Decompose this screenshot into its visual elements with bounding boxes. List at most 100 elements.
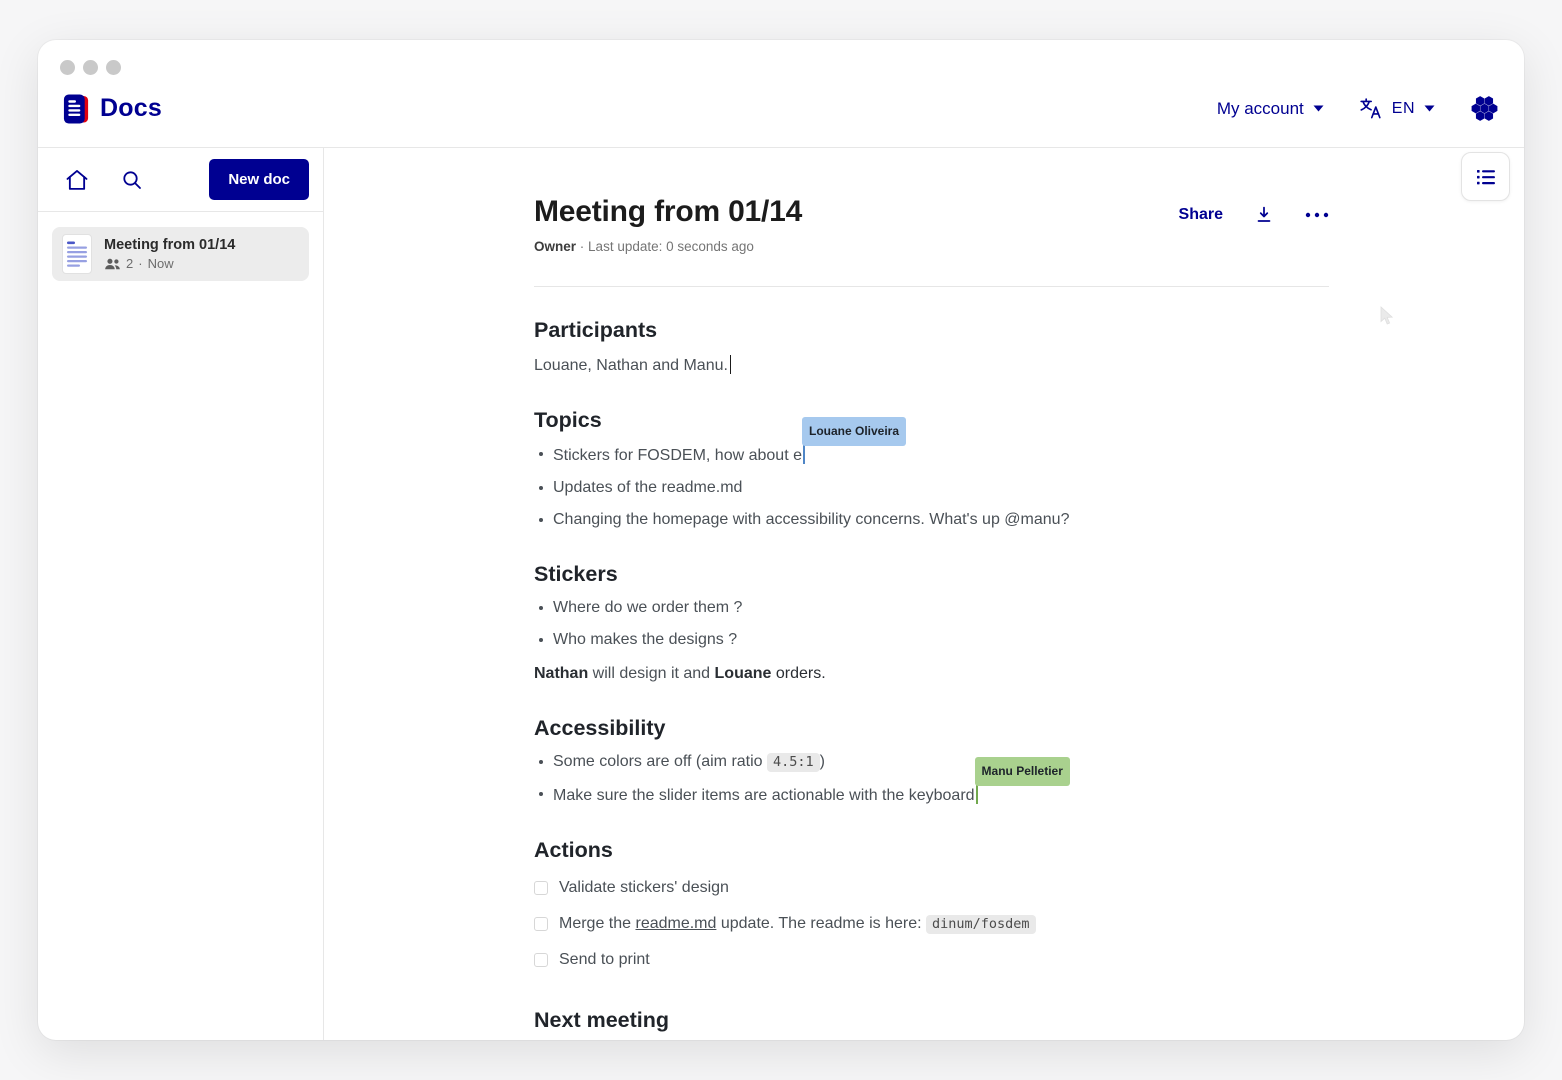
doc-item-members-count: 2	[126, 256, 133, 271]
app-header: Docs My account	[38, 40, 1524, 148]
share-button[interactable]: Share	[1179, 206, 1223, 224]
waffle-icon	[1469, 93, 1500, 124]
doc-owner-badge: Owner	[534, 239, 576, 254]
list-item-text: Stickers for FOSDEM, how about e	[553, 447, 802, 464]
todo-label: Validate stickers' design	[559, 877, 729, 899]
app-title: Docs	[100, 94, 162, 123]
doc-file-icon	[62, 234, 92, 274]
note-bold-run: Nathan	[534, 665, 588, 682]
list-item-text: Some colors are off (aim ratio	[553, 753, 767, 770]
list-item: Updates of the readme.md	[534, 477, 1329, 499]
doc-title-row: Meeting from 01/14 Share	[534, 194, 1329, 230]
language-switcher[interactable]: EN	[1358, 96, 1435, 121]
doc-list: Meeting from 01/14 2	[38, 212, 323, 296]
main-area: New doc	[38, 148, 1524, 1040]
todo-checkbox[interactable]	[534, 917, 548, 931]
document-panel: Meeting from 01/14 Share	[324, 148, 1524, 1040]
list-item: Some colors are off (aim ratio 4.5:1)	[534, 751, 1329, 773]
collab-cursor-name: Louane Oliveira	[802, 417, 906, 446]
docs-logo[interactable]: Docs	[62, 93, 162, 125]
sidebar: New doc	[38, 148, 324, 1040]
stickers-list: Where do we order them ? Who makes the d…	[534, 597, 1329, 651]
chevron-down-icon	[1424, 105, 1435, 112]
sidebar-toolbar: New doc	[38, 148, 323, 212]
home-icon	[64, 167, 90, 193]
my-account-menu[interactable]: My account	[1217, 99, 1324, 119]
list-item: Make sure the slider items are actionabl…	[534, 783, 1329, 807]
doc-item-updated: Now	[148, 256, 174, 271]
stickers-note: Nathan will design it and Louane orders.	[534, 663, 1329, 685]
list-item-text: )	[820, 753, 825, 770]
table-of-contents-button[interactable]	[1461, 152, 1510, 201]
download-button[interactable]	[1253, 204, 1275, 226]
collab-cursor-louane: Louane Oliveira	[803, 443, 805, 464]
doc-item-title: Meeting from 01/14	[104, 237, 235, 253]
doc-item-meta: 2 · Now	[104, 256, 235, 271]
home-button[interactable]	[64, 167, 90, 193]
doc-item-separator: ·	[138, 256, 142, 271]
list-item: Changing the homepage with accessibility…	[534, 509, 1329, 531]
participants-text-run: Louane, Nathan and Manu.	[534, 357, 728, 374]
todo-label: Merge the readme.md update. The readme i…	[559, 913, 1036, 935]
search-button[interactable]	[120, 168, 144, 192]
todo-checkbox[interactable]	[534, 953, 548, 967]
list-item: Who makes the designs ?	[534, 629, 1329, 651]
topics-list: Stickers for FOSDEM, how about eLouane O…	[534, 443, 1329, 531]
note-run: orders.	[771, 665, 825, 682]
chevron-down-icon	[1313, 105, 1324, 112]
window-control-dot[interactable]	[83, 60, 98, 75]
todo-row: Merge the readme.md update. The readme i…	[534, 913, 1329, 935]
section-heading-stickers: Stickers	[534, 561, 1329, 587]
window-controls	[60, 60, 121, 75]
app-window: Docs My account	[38, 40, 1524, 1040]
section-heading-next-meeting: Next meeting	[534, 1007, 1329, 1033]
list-item-text: Make sure the slider items are actionabl…	[553, 787, 975, 804]
docs-logo-icon	[62, 93, 91, 125]
text-cursor	[730, 355, 732, 374]
todo-row: Send to print	[534, 949, 1329, 971]
inline-code: dinum/fosdem	[926, 915, 1036, 934]
todo-text-run: update. The readme is here:	[716, 915, 926, 932]
todo-text-run: Merge the	[559, 915, 635, 932]
my-account-label: My account	[1217, 99, 1304, 119]
readme-link[interactable]: readme.md	[635, 915, 716, 932]
list-item: Stickers for FOSDEM, how about eLouane O…	[534, 443, 1329, 467]
doc-actions: Share	[1179, 194, 1329, 226]
doc-last-update: Last update: 0 seconds ago	[588, 239, 754, 254]
more-options-button[interactable]	[1305, 212, 1329, 218]
section-heading-accessibility: Accessibility	[534, 715, 1329, 741]
todo-label: Send to print	[559, 949, 650, 971]
la-suite-apps-button[interactable]	[1469, 93, 1500, 124]
header-controls: My account EN	[1217, 93, 1500, 124]
doc-meta-separator: ·	[580, 239, 585, 254]
people-icon	[104, 257, 121, 271]
collab-cursor-name: Manu Pelletier	[975, 757, 1070, 786]
todo-checkbox[interactable]	[534, 881, 548, 895]
new-doc-button[interactable]: New doc	[209, 159, 309, 200]
document-editor[interactable]: Meeting from 01/14 Share	[534, 148, 1329, 1033]
language-label: EN	[1392, 100, 1415, 118]
section-heading-actions: Actions	[534, 837, 1329, 863]
inline-code: 4.5:1	[767, 753, 820, 772]
participants-text: Louane, Nathan and Manu.	[534, 355, 1329, 377]
accessibility-list: Some colors are off (aim ratio 4.5:1) Ma…	[534, 751, 1329, 807]
translate-icon	[1358, 96, 1383, 121]
doc-title: Meeting from 01/14	[534, 194, 802, 230]
collab-cursor-manu: Manu Pelletier	[976, 783, 978, 804]
doc-list-item[interactable]: Meeting from 01/14 2	[52, 227, 309, 281]
download-icon	[1253, 204, 1275, 226]
more-icon	[1305, 212, 1329, 218]
section-heading-participants: Participants	[534, 317, 1329, 343]
note-run: will design it and	[588, 665, 714, 682]
doc-divider	[534, 286, 1329, 287]
doc-item-info: Meeting from 01/14 2	[104, 237, 235, 271]
todo-row: Validate stickers' design	[534, 877, 1329, 899]
window-control-dot[interactable]	[106, 60, 121, 75]
search-icon	[120, 168, 144, 192]
section-heading-topics: Topics	[534, 407, 1329, 433]
doc-meta: Owner · Last update: 0 seconds ago	[534, 238, 1329, 256]
note-bold-run: Louane	[715, 665, 772, 682]
window-control-dot[interactable]	[60, 60, 75, 75]
toc-icon	[1474, 165, 1498, 189]
list-item: Where do we order them ?	[534, 597, 1329, 619]
